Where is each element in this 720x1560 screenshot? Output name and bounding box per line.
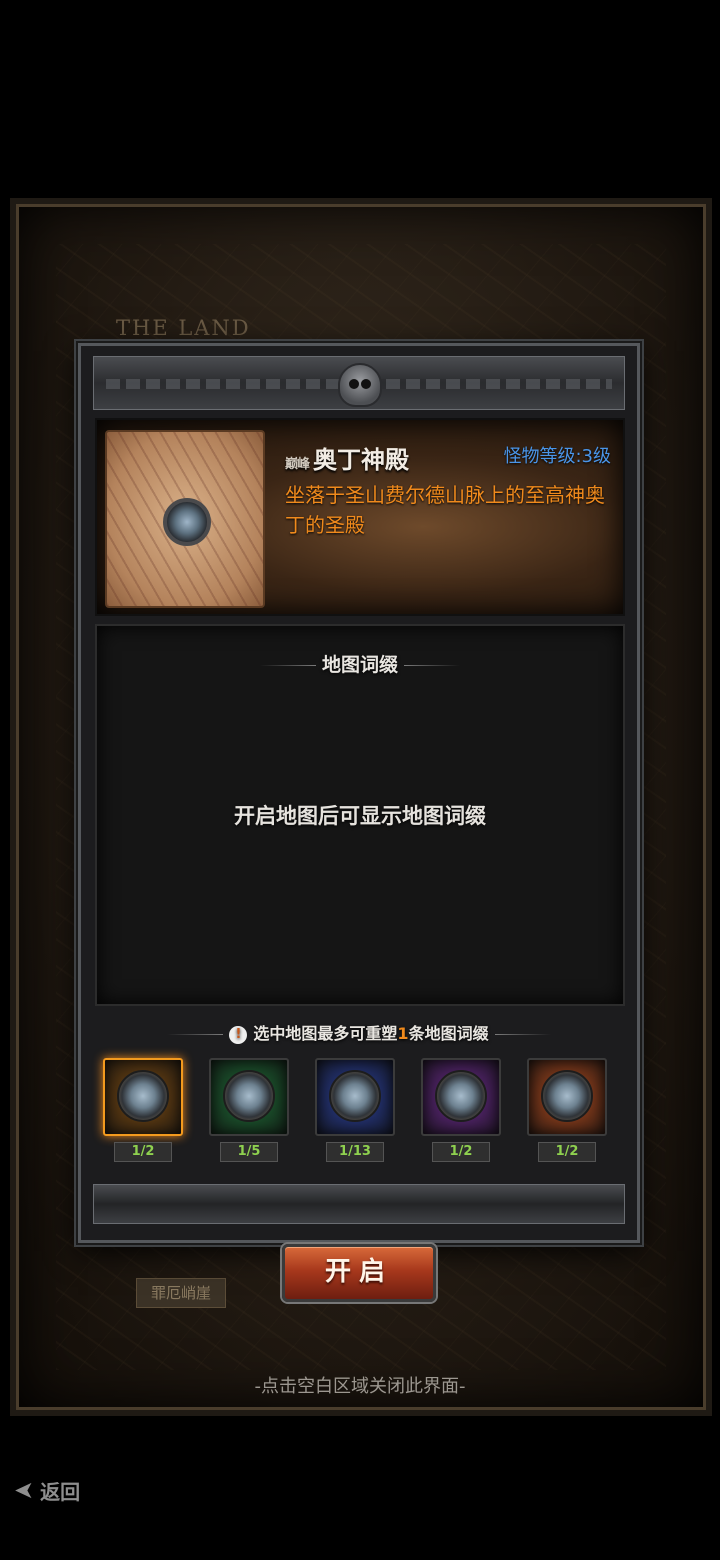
selection-title-pre: 选中地图最多可重塑 [253, 1024, 398, 1043]
map-description: 坐落于圣山费尔德山脉上的至高神奥丁的圣殿 [285, 483, 605, 537]
top-ornament [93, 356, 625, 410]
map-medallion-icon [435, 1070, 487, 1122]
map-medallion-icon [117, 1070, 169, 1122]
warning-icon: ! [229, 1025, 248, 1044]
map-header-card: 巅峰 奥丁神殿 怪物等级:3级 坐落于圣山费尔德山脉上的至高神奥丁的圣殿 [95, 418, 625, 616]
divider-right [404, 665, 460, 666]
selection-title: ! 选中地图最多可重塑1条地图词缀 [81, 1020, 637, 1044]
affix-title-text: 地图词缀 [321, 654, 398, 676]
map-name: 巅峰 奥丁神殿 [285, 440, 409, 475]
back-arrow-icon: ➤ [14, 1476, 35, 1504]
affix-panel: 地图词缀 开启地图后可显示地图词缀 [95, 624, 625, 1006]
close-hint: -点击空白区域关闭此界面- [254, 1376, 466, 1397]
affix-empty-text: 开启地图后可显示地图词缀 [234, 804, 486, 828]
slot-count: 1/5 [220, 1142, 278, 1162]
map-slot-1[interactable]: 1/2 [103, 1058, 183, 1166]
map-slot-5[interactable]: 1/2 [527, 1058, 607, 1166]
map-detail-dialog: 巅峰 奥丁神殿 怪物等级:3级 坐落于圣山费尔德山脉上的至高神奥丁的圣殿 地图词缀… [78, 343, 640, 1243]
map-name-text: 奥丁神殿 [313, 445, 410, 474]
divider-left [259, 665, 316, 666]
back-button-label: 返回 [40, 1479, 81, 1504]
divider-right [494, 1034, 551, 1035]
slot-count: 1/2 [114, 1142, 172, 1162]
map-slot-list: 1/2 1/5 1/13 1/2 1/2 [103, 1058, 621, 1168]
back-button[interactable]: ➤ 返回 [14, 1474, 80, 1506]
affix-section-title: 地图词缀 [97, 650, 623, 677]
slot-count: 1/2 [432, 1142, 490, 1162]
map-medallion-icon [223, 1070, 275, 1122]
slot-count: 1/2 [538, 1142, 596, 1162]
region-label[interactable]: 罪厄峭崖 [136, 1278, 226, 1308]
selection-title-post: 条地图词缀 [408, 1024, 489, 1043]
bottom-ornament [93, 1184, 625, 1224]
divider-left [167, 1034, 224, 1035]
map-slot-3[interactable]: 1/13 [315, 1058, 395, 1166]
map-medallion-icon [163, 498, 211, 546]
selection-title-count: 1 [397, 1024, 409, 1043]
monster-level: 怪物等级:3级 [503, 446, 611, 467]
map-thumbnail [105, 430, 265, 608]
map-tier-prefix: 巅峰 [285, 457, 310, 472]
map-title-text: THE LAND [116, 316, 251, 340]
map-medallion-icon [541, 1070, 593, 1122]
map-slot-2[interactable]: 1/5 [209, 1058, 289, 1166]
open-map-button[interactable]: 开启 [282, 1244, 436, 1302]
map-medallion-icon [329, 1070, 381, 1122]
map-slot-4[interactable]: 1/2 [421, 1058, 501, 1166]
skull-ornament-icon [338, 363, 382, 407]
slot-count: 1/13 [326, 1142, 384, 1162]
